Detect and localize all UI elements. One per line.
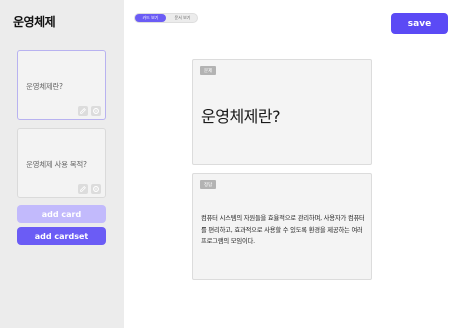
card-thumbnail-title: 운영체제 사용 목적? (26, 160, 87, 169)
cardset-title: 운영체제 (13, 15, 56, 29)
question-tag: 문제 (200, 66, 217, 75)
save-button[interactable]: save (391, 13, 448, 34)
gear-icon[interactable] (91, 184, 101, 194)
card-thumbnail-2[interactable]: 운영체제 사용 목적? (17, 128, 106, 198)
gear-icon[interactable] (91, 106, 101, 116)
toggle-document-view[interactable]: 문서 보기 (168, 14, 197, 22)
question-text[interactable]: 운영체제란? (201, 103, 281, 127)
edit-icon[interactable] (78, 184, 88, 194)
card-thumbnail-title: 운영체제란? (26, 82, 63, 91)
sidebar: 운영체제 운영체제란? 운영체제 사용 목적? add card add car… (0, 0, 124, 328)
card-thumbnail-1[interactable]: 운영체제란? (17, 50, 106, 120)
add-cardset-button[interactable]: add cardset (17, 227, 106, 245)
edit-icon[interactable] (78, 106, 88, 116)
answer-tag: 정답 (200, 180, 217, 189)
question-panel[interactable]: 문제 운영체제란? (192, 59, 372, 165)
toggle-card-view[interactable]: 카드 보기 (135, 14, 166, 22)
answer-panel[interactable]: 정답 컴퓨터 시스템의 자원들을 효율적으로 관리하며, 사용자가 컴퓨터를 편… (192, 173, 372, 280)
add-card-button[interactable]: add card (17, 205, 106, 223)
answer-text[interactable]: 컴퓨터 시스템의 자원들을 효율적으로 관리하며, 사용자가 컴퓨터를 편리하고… (201, 213, 367, 248)
view-toggle: 카드 보기 문서 보기 (134, 13, 198, 23)
